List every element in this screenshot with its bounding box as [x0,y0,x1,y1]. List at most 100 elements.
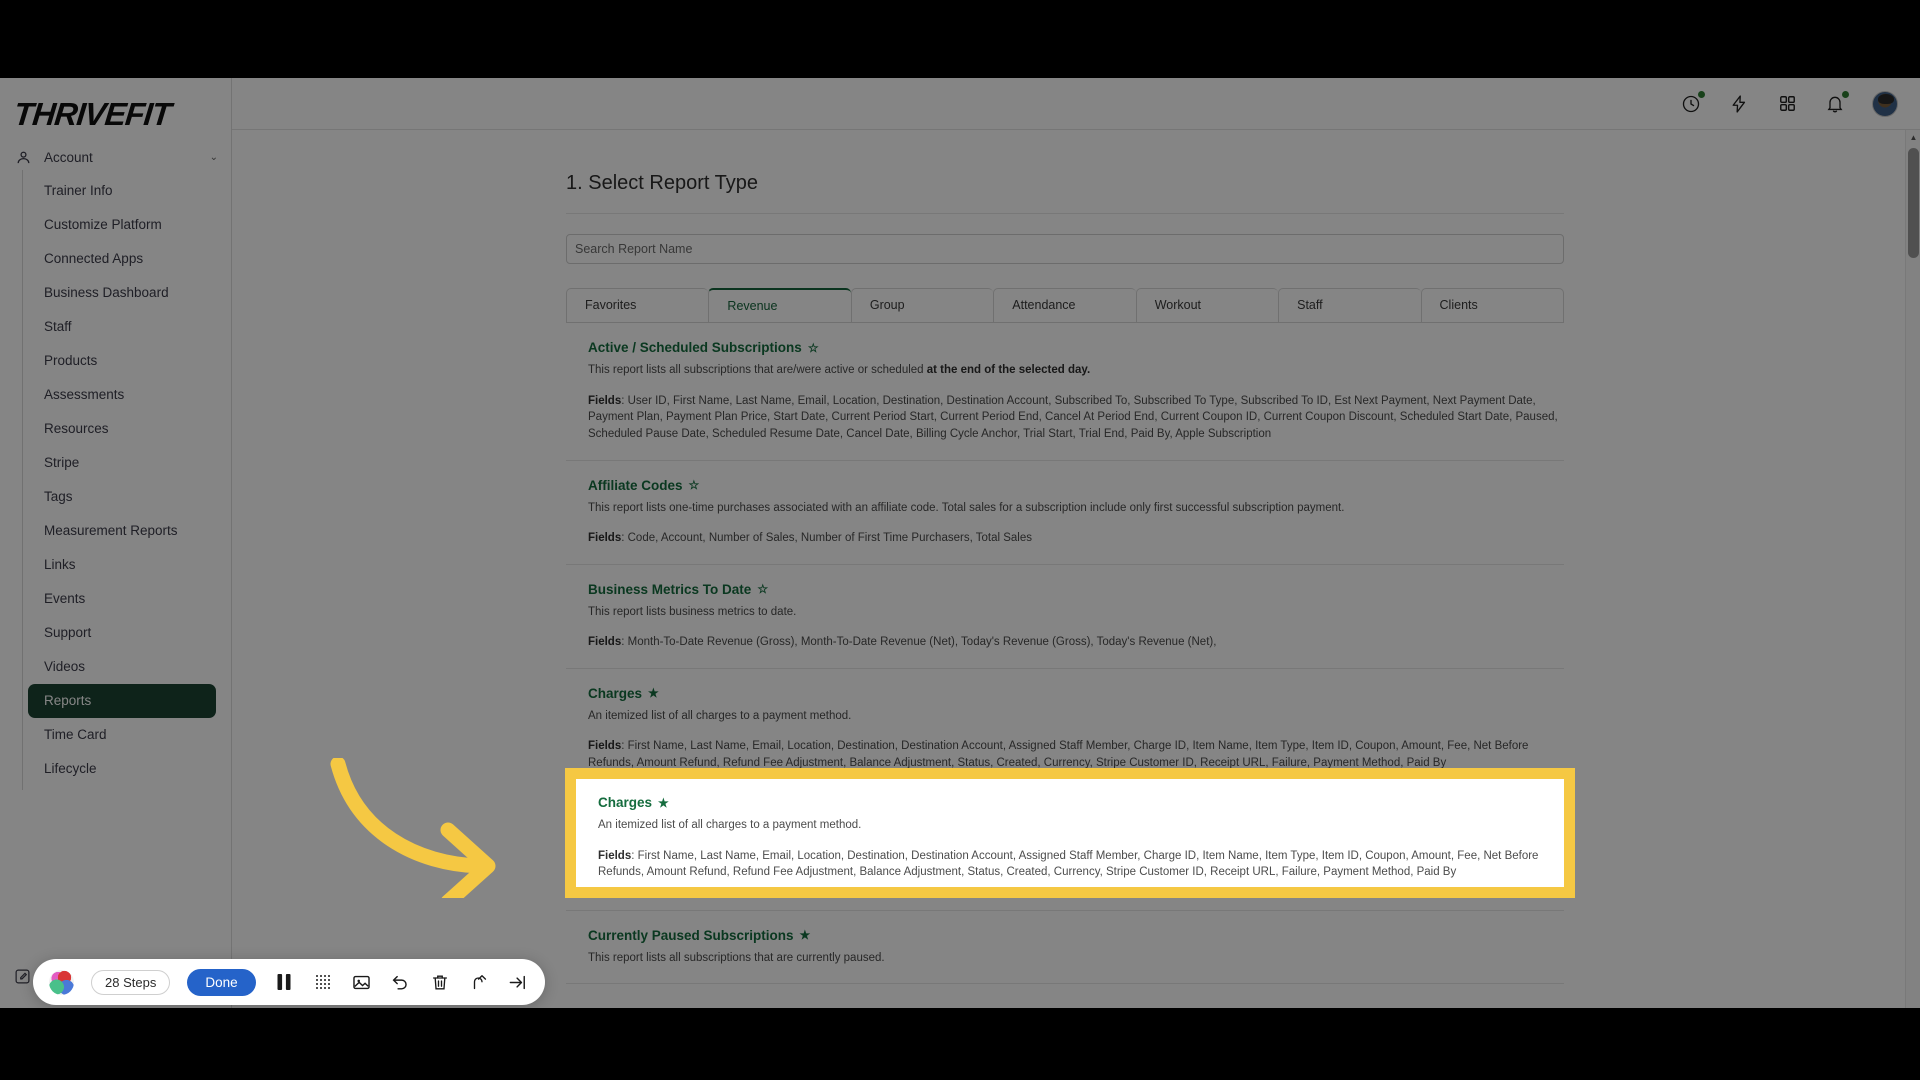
sidebar-item-links[interactable]: Links [28,548,220,582]
app-logo: THRIVEFIT [12,96,173,132]
report-description-lead: This report lists one-time purchases ass… [588,501,1345,514]
star-filled-icon[interactable]: ★ [648,687,659,699]
sidebar-item-products[interactable]: Products [28,344,220,378]
sidebar: THRIVEFIT Account ⌄ Trainer Info Customiz… [0,78,232,1008]
fields-label: Fields [588,636,622,649]
report-title-row: Currently Paused Subscriptions ★ [588,928,1564,943]
report-title-row: Active / Scheduled Subscriptions ☆ [588,340,1564,355]
fields-label: Fields [598,849,632,862]
sidebar-item-reports[interactable]: Reports [28,684,216,718]
report-fields: Fields: Code, Account, Number of Sales, … [588,532,1033,545]
fields-value: First Name, Last Name, Email, Location, … [598,849,1539,879]
tab-favorites[interactable]: Favorites [566,288,709,322]
steps-counter[interactable]: 28 Steps [91,969,171,995]
report-item[interactable]: Business Metrics To Date ☆ This report lis… [566,565,1564,669]
search-placeholder: Search Report Name [575,242,693,256]
report-fields: Fields: First Name, Last Name, Email, Lo… [588,740,1529,770]
sidebar-item-videos[interactable]: Videos [28,650,220,684]
fields-value: User ID, First Name, Last Name, Email, L… [588,394,1558,440]
lightning-bolt-icon[interactable] [1728,93,1750,115]
sidebar-item-lifecycle[interactable]: Lifecycle [28,752,220,786]
tab-group[interactable]: Group [850,288,994,322]
report-description-lead: An itemized list of all charges to a pay… [598,819,862,831]
star-outline-icon[interactable]: ☆ [757,583,768,595]
avatar[interactable] [1872,90,1898,117]
scroll-up-arrow-icon[interactable]: ▲ [1906,130,1920,145]
star-filled-icon[interactable]: ★ [658,797,669,809]
report-title: Charges [598,795,653,810]
report-title-row: Charges ★ [598,795,1564,810]
tab-clients[interactable]: Clients [1420,288,1564,322]
report-description: This report lists one-time purchases ass… [588,501,1564,517]
star-outline-icon[interactable]: ☆ [689,479,700,491]
tab-revenue[interactable]: Revenue [708,288,851,322]
report-title: Charges [588,685,643,701]
report-title: Affiliate Codes [588,477,683,493]
report-item[interactable]: Currently Paused Subscriptions ★ This repo… [566,911,1564,985]
status-dot [1842,90,1849,98]
notifications-bell-icon[interactable] [1824,90,1849,115]
sidebar-item-stripe[interactable]: Stripe [28,446,220,480]
sidebar-group-account[interactable]: Account ⌄ [0,140,232,174]
report-item[interactable]: Active / Scheduled Subscriptions ☆ This re… [566,323,1564,461]
vertical-scrollbar[interactable]: ▲ [1905,130,1920,1008]
sidebar-item-support[interactable]: Support [28,616,220,650]
report-title: Business Metrics To Date [588,581,752,597]
sidebar-subnav: Trainer Info Customize Platform Connected … [22,170,232,790]
report-description: This report lists all subscriptions that… [588,363,1564,379]
tab-staff[interactable]: Staff [1278,288,1421,322]
report-fields: Fields: User ID, First Name, Last Name, … [588,394,1558,440]
sidebar-item-staff[interactable]: Staff [28,310,220,344]
report-title: Active / Scheduled Subscriptions [588,340,802,355]
delete-button[interactable] [429,971,451,993]
recorder-logo-icon [49,969,74,995]
fields-label: Fields [588,740,622,753]
sidebar-item-trainer-info[interactable]: Trainer Info [28,174,220,208]
report-item[interactable]: Charges ★ An itemized list of all charges … [598,795,1564,881]
search-input[interactable]: Search Report Name [566,234,1564,264]
report-title-row: Business Metrics To Date ☆ [588,582,1564,597]
share-upload-button[interactable] [468,971,490,993]
done-button[interactable]: Done [187,968,256,996]
report-description-lead: This report lists all subscriptions that… [588,364,927,376]
report-description: This report lists business metrics to da… [588,605,1564,621]
sidebar-item-resources[interactable]: Resources [28,412,220,446]
sidebar-group-label: Account [44,149,93,165]
screenshot-button[interactable] [351,971,373,993]
tab-workout[interactable]: Workout [1135,288,1279,322]
edit-pencil-icon [14,968,31,988]
report-fields: Fields: First Name, Last Name, Email, Lo… [598,849,1539,879]
pause-button[interactable] [273,971,295,993]
sidebar-item-business-dashboard[interactable]: Business Dashboard [28,276,220,310]
sidebar-scroll-area[interactable]: Account ⌄ Trainer Info Customize Platform… [0,140,232,1008]
blur-region-button[interactable] [312,971,334,993]
skip-to-end-button[interactable] [507,971,529,993]
recorder-toolbar: 28 Steps Done [33,959,545,1005]
fields-label: Fields [588,532,622,545]
report-title-row: Affiliate Codes ☆ [588,478,1564,493]
sidebar-item-tags[interactable]: Tags [28,480,220,514]
star-filled-icon[interactable]: ★ [800,929,811,941]
tab-attendance[interactable]: Attendance [993,288,1136,322]
sidebar-item-time-card[interactable]: Time Card [28,718,220,752]
report-category-tabs: Favorites Revenue Group Attendance Workout St… [566,288,1564,323]
report-description: This report lists all subscriptions that… [588,951,1564,967]
report-description-emphasis: at the end of the selected day. [926,364,1091,376]
sidebar-item-customize-platform[interactable]: Customize Platform [28,208,220,242]
highlighted-report-charges[interactable]: Charges ★ An itemized list of all charges … [565,768,1575,898]
sidebar-item-measurement-reports[interactable]: Measurement Reports [28,514,220,548]
page-title: 1. Select Report Type [566,172,1564,214]
browser-viewport: THRIVEFIT Account ⌄ Trainer Info Customiz… [0,78,1920,1008]
undo-button[interactable] [390,971,412,993]
chevron-down-icon: ⌄ [209,151,218,163]
star-outline-icon[interactable]: ☆ [808,342,819,354]
sidebar-item-assessments[interactable]: Assessments [28,378,220,412]
fields-label: Fields [588,394,622,407]
history-clock-icon[interactable] [1680,90,1705,115]
sidebar-item-connected-apps[interactable]: Connected Apps [28,242,220,276]
apps-grid-icon[interactable] [1776,93,1798,115]
fields-value: Month-To-Date Revenue (Gross), Month-To-… [627,636,1217,649]
report-item[interactable]: Affiliate Codes ☆ This report lists one-ti… [566,461,1564,565]
scrollbar-thumb[interactable] [1908,148,1919,258]
sidebar-item-events[interactable]: Events [28,582,220,616]
